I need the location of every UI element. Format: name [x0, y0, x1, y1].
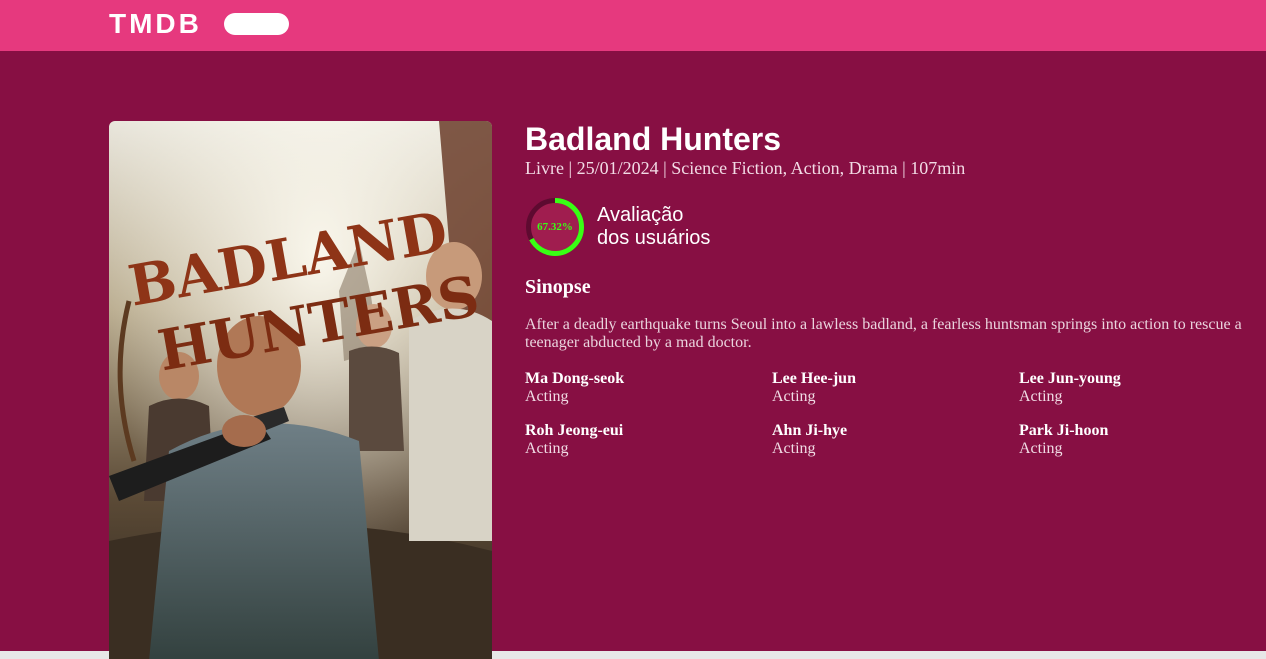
- cast-member-name: Lee Jun-young: [1019, 370, 1121, 387]
- synopsis-heading: Sinopse: [525, 276, 591, 298]
- movie-poster: BADLAND HUNTERS: [109, 121, 492, 659]
- movie-details-section: BADLAND HUNTERS Badland Hunters Livre | …: [0, 51, 1266, 659]
- cast-member-name: Roh Jeong-eui: [525, 422, 624, 439]
- rating-label-line2: dos usuários: [597, 227, 711, 249]
- cast-member-role: Acting: [1019, 440, 1063, 457]
- cast-member-role: Acting: [772, 388, 816, 405]
- movie-meta: Livre | 25/01/2024 | Science Fiction, Ac…: [525, 158, 966, 178]
- cast-member-role: Acting: [772, 440, 816, 457]
- cast-member: Lee Hee-jun Acting: [772, 370, 1012, 406]
- logo-pill-shape: [224, 13, 289, 35]
- cast-member-name: Park Ji-hoon: [1019, 422, 1109, 439]
- rating-label-line1: Avaliação: [597, 204, 684, 226]
- cast-member-name: Ahn Ji-hye: [772, 422, 848, 439]
- cast-member: Ahn Ji-hye Acting: [772, 422, 1012, 458]
- cast-member-role: Acting: [525, 388, 569, 405]
- rating-label: Avaliação dos usuários: [597, 204, 710, 250]
- tmdb-logo[interactable]: TMDB: [109, 8, 202, 40]
- rating-value: 67.32%: [537, 221, 573, 233]
- cast-member: Roh Jeong-eui Acting: [525, 422, 765, 458]
- cast-member-role: Acting: [525, 440, 569, 457]
- cast-member: Lee Jun-young Acting: [1019, 370, 1259, 406]
- cast-member-name: Lee Hee-jun: [772, 370, 856, 387]
- movie-title: Badland Hunters: [525, 121, 782, 157]
- poster-artwork: BADLAND HUNTERS: [109, 121, 492, 659]
- top-navbar: TMDB: [0, 0, 1266, 51]
- cast-member-name: Ma Dong-seok: [525, 370, 625, 387]
- cast-member: Park Ji-hoon Acting: [1019, 422, 1259, 458]
- synopsis-text: After a deadly earthquake turns Seoul in…: [525, 316, 1242, 351]
- user-rating-badge: 67.32%: [525, 197, 585, 257]
- cast-member: Ma Dong-seok Acting: [525, 370, 765, 406]
- cast-member-role: Acting: [1019, 388, 1063, 405]
